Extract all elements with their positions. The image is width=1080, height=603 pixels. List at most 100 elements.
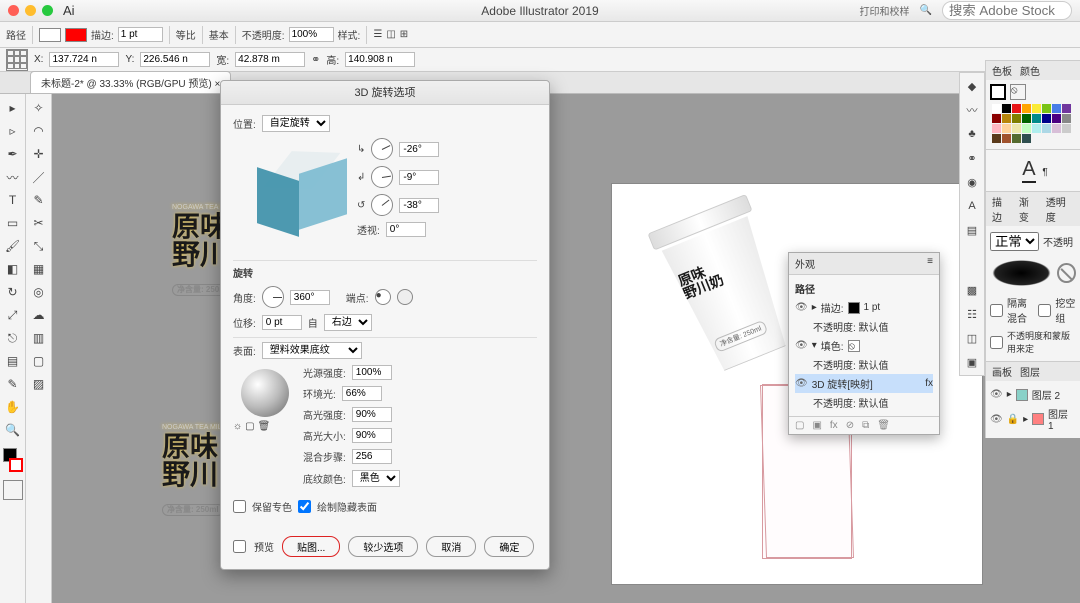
offset-input[interactable] [262,315,302,330]
rot-y-input[interactable] [399,170,439,185]
ambient-input[interactable] [342,386,382,401]
scissors-tool-icon[interactable]: ✂ [29,213,49,233]
fill-indicator[interactable] [990,84,1006,100]
brush-basic-label[interactable]: 基本 [209,27,229,42]
scale-tool-icon[interactable]: ⤢ [3,305,23,325]
magic-wand-tool-icon[interactable]: ✧ [29,98,49,118]
clip-checkbox[interactable] [990,336,1003,349]
rotation-cube-preview[interactable] [251,146,351,246]
expand-icon[interactable]: ▸ [1007,389,1012,400]
expand-icon[interactable]: ▸ [1023,414,1028,425]
blend-steps-input[interactable] [352,449,392,464]
navigator-icon[interactable]: ▩ [963,281,981,299]
symbol-tool-icon[interactable]: ☁ [29,305,49,325]
lasso-tool-icon[interactable]: ◠ [29,121,49,141]
transform-icon[interactable]: ⊞ [400,29,408,40]
close-window-icon[interactable] [8,5,19,16]
symbols-icon[interactable]: ♣ [963,125,981,143]
curvature-tool-icon[interactable]: 〰 [3,167,23,187]
document-tab[interactable]: 未标题-2* @ 33.33% (RGB/GPU 预览) × [30,71,231,93]
color-tab[interactable]: 颜色 [1020,63,1040,78]
appearance-row[interactable]: 👁 ▾填色:⦸ [795,336,933,355]
direct-selection-tool-icon[interactable]: ▹ [3,121,23,141]
add-fill-icon[interactable]: ▣ [812,420,821,431]
delete-icon[interactable]: 🗑 [877,420,890,431]
rot-y-dial[interactable] [371,166,393,188]
light-back-icon[interactable]: ☼ [233,421,242,432]
gradient-tool-icon[interactable]: ▤ [3,351,23,371]
shaper-tool-icon[interactable]: ✎ [29,190,49,210]
angle-dial[interactable] [262,286,284,308]
duplicate-icon[interactable]: ⧉ [862,420,869,431]
mask-thumbnail[interactable] [990,259,1053,287]
highlight-size-input[interactable] [352,428,392,443]
cup-3d-object[interactable]: 原味野川奶 净含量: 250ml [648,199,806,379]
uniform-label[interactable]: 等比 [176,27,196,42]
zoom-tool-icon[interactable]: 🔍 [3,420,23,440]
eyedropper-tool-icon[interactable]: ✎ [3,374,23,394]
ok-button[interactable]: 确定 [484,536,534,557]
fill-swatch[interactable] [39,28,61,42]
lock-icon[interactable]: 🔒 [1007,414,1019,425]
maximize-window-icon[interactable] [42,5,53,16]
pen-tool-icon[interactable]: ✒ [3,144,23,164]
map-art-button[interactable]: 贴图... [282,536,340,557]
preview-checkbox[interactable] [233,540,246,553]
h-input[interactable] [345,52,415,67]
appearance-panel[interactable]: 外观≡ 路径 👁 ▸描边:1 pt 不透明度: 默认值 👁 ▾填色:⦸ 不透明度… [788,252,940,435]
from-select[interactable]: 右边 [324,314,372,331]
rot-z-dial[interactable] [371,194,393,216]
type-tool-icon[interactable]: T [3,190,23,210]
links-icon[interactable]: ⚭ [963,149,981,167]
appearance-row[interactable]: 不透明度: 默认值 [795,393,933,412]
hand-tool-icon[interactable]: ✋ [3,397,23,417]
perspective-input[interactable] [386,222,426,237]
delete-light-icon[interactable]: 🗑 [258,421,271,432]
width-tool-icon[interactable]: ⎋ [3,328,23,348]
eraser-tool-icon[interactable]: ◧ [3,259,23,279]
rot-x-input[interactable] [399,142,439,157]
fill-stroke-icon[interactable] [2,447,24,473]
properties-icon[interactable]: ◆ [963,77,981,95]
paragraph-icon[interactable]: ¶ [1042,167,1047,178]
preserve-spot-checkbox[interactable] [233,500,246,513]
angle-input[interactable] [290,290,330,305]
clear-icon[interactable]: ⊘ [846,420,854,431]
align-icon[interactable]: ☷ [963,305,981,323]
mesh-tool-icon[interactable]: ▦ [29,259,49,279]
x-input[interactable] [49,52,119,67]
appearance-row[interactable]: 👁 ▸描边:1 pt [795,298,933,317]
surface-select[interactable]: 塑料效果底纹 [262,342,362,359]
add-effect-icon[interactable]: fx [830,420,838,431]
layers-tab[interactable]: 图层 [1020,364,1040,379]
blend-mode-select[interactable]: 正常 [990,232,1039,251]
add-light-icon[interactable]: ▢ [245,421,254,432]
cancel-button[interactable]: 取消 [426,536,476,557]
draw-hidden-checkbox[interactable] [298,500,311,513]
light-sphere-preview[interactable] [241,369,289,417]
rot-z-input[interactable] [399,198,439,213]
light-intensity-input[interactable] [352,365,392,380]
workspace-switcher[interactable]: 打印和校样 [860,3,910,18]
panel-menu-icon[interactable]: ≡ [927,256,933,271]
blend-tool-icon[interactable]: ◎ [29,282,49,302]
w-input[interactable] [235,52,305,67]
swatch-grid[interactable] [990,102,1076,145]
add-stroke-icon[interactable]: ▢ [795,420,804,431]
color-mode-icon[interactable] [3,480,23,500]
minimize-window-icon[interactable] [25,5,36,16]
opacity-input[interactable] [289,27,334,42]
artboard-tool-icon[interactable]: ▢ [29,351,49,371]
rot-x-dial[interactable] [371,138,393,160]
slice-tool-icon[interactable]: ▨ [29,374,49,394]
character-preview[interactable]: A [1022,158,1035,183]
position-select[interactable]: 自定旋转 [262,115,330,132]
highlight-intensity-input[interactable] [352,407,392,422]
reference-point-icon[interactable] [6,49,28,71]
link-icon[interactable]: ⚭ [311,53,320,66]
knockout-checkbox[interactable] [1038,304,1051,317]
free-transform-icon[interactable]: ⤡ [29,236,49,256]
artboards-tab[interactable]: 画板 [992,364,1012,379]
fewer-options-button[interactable]: 较少选项 [348,536,418,557]
align-icon[interactable]: ☰ [373,29,382,40]
